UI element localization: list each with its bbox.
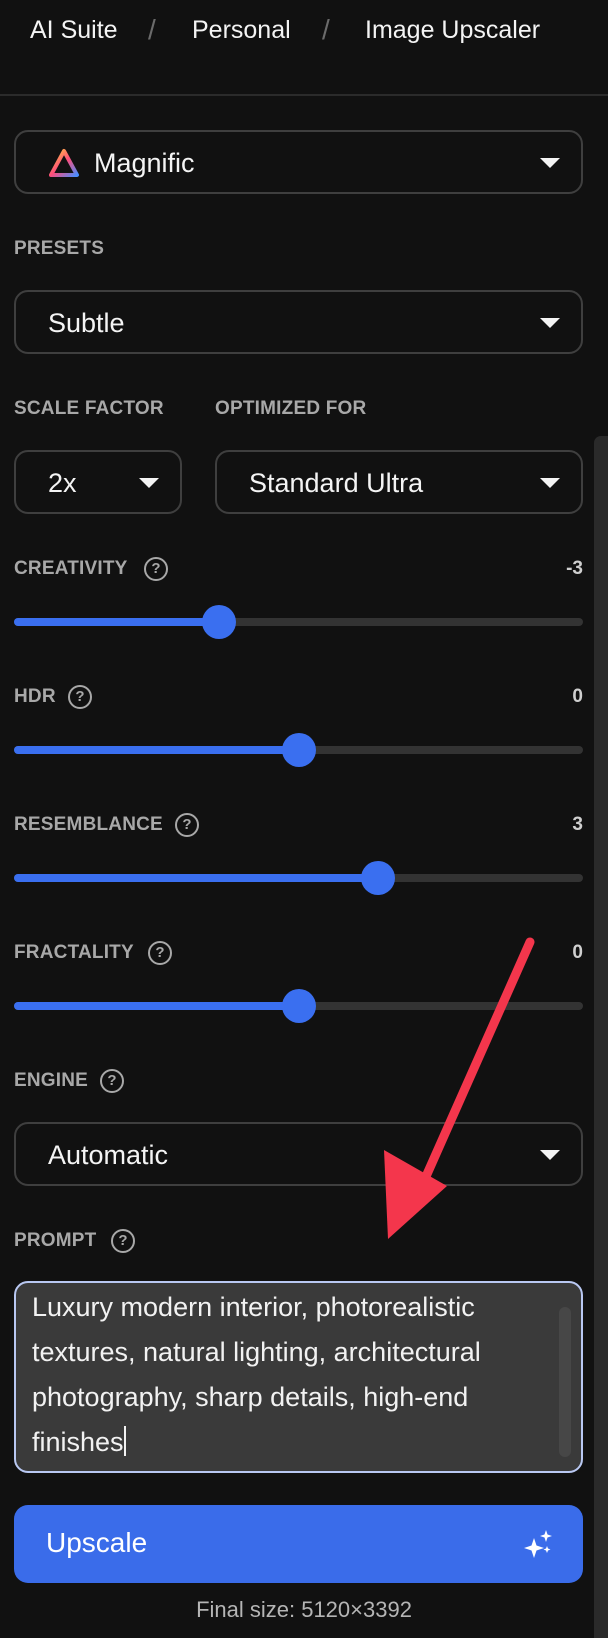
- chevron-down-icon: [540, 1150, 560, 1160]
- presets-value: Subtle: [48, 308, 125, 338]
- optimized-for-value: Standard Ultra: [249, 468, 424, 498]
- fractality-slider[interactable]: [14, 989, 583, 1023]
- hdr-slider-fill: [14, 746, 299, 754]
- fractality-value: 0: [572, 942, 583, 963]
- fractality-slider-fill: [14, 1002, 299, 1010]
- engine-label: ENGINE: [14, 1070, 89, 1091]
- hdr-slider-thumb[interactable]: [281, 733, 316, 767]
- breadcrumb-ai-suite[interactable]: AI Suite: [30, 16, 118, 45]
- breadcrumb-image-upscaler[interactable]: Image Upscaler: [365, 16, 540, 45]
- model-select[interactable]: Magnific: [14, 130, 583, 194]
- help-icon[interactable]: ?: [148, 941, 172, 965]
- scale-factor-select[interactable]: 2x: [14, 450, 182, 514]
- final-size-text: Final size: 5120×3392: [196, 1597, 412, 1622]
- hdr-slider[interactable]: [14, 733, 583, 767]
- resemblance-value: 3: [572, 814, 583, 835]
- creativity-label: CREATIVITY: [14, 558, 128, 579]
- breadcrumb: AI Suite / Personal / Image Upscaler: [0, 0, 608, 96]
- fractality-slider-thumb[interactable]: [281, 989, 316, 1023]
- magnific-logo-icon: [48, 148, 80, 178]
- panel-scrollbar[interactable]: [594, 436, 608, 1638]
- resemblance-label: RESEMBLANCE: [14, 814, 163, 835]
- optimized-for-select[interactable]: Standard Ultra: [215, 450, 583, 514]
- prompt-scrollbar[interactable]: [559, 1307, 571, 1457]
- upscale-button-label: Upscale: [46, 1527, 148, 1558]
- scale-factor-label: SCALE FACTOR: [14, 398, 164, 419]
- creativity-slider-fill: [14, 618, 219, 626]
- upscale-button[interactable]: Upscale: [14, 1505, 583, 1583]
- scale-factor-value: 2x: [48, 468, 77, 498]
- presets-label: PRESETS: [14, 238, 105, 259]
- creativity-slider[interactable]: [14, 605, 583, 639]
- sparkles-icon: [522, 1528, 554, 1560]
- hdr-value: 0: [572, 686, 583, 707]
- resemblance-slider-fill: [14, 874, 379, 882]
- resemblance-slider-thumb[interactable]: [361, 861, 396, 895]
- chevron-down-icon: [540, 158, 560, 168]
- chevron-down-icon: [540, 478, 560, 488]
- chevron-down-icon: [540, 318, 560, 328]
- creativity-value: -3: [566, 558, 583, 579]
- help-icon[interactable]: ?: [144, 557, 168, 581]
- prompt-label: PROMPT: [14, 1230, 97, 1251]
- prompt-text: Luxury modern interior, photorealistic t…: [32, 1292, 481, 1457]
- help-icon[interactable]: ?: [100, 1069, 124, 1093]
- text-cursor: [123, 1426, 126, 1456]
- creativity-slider-thumb[interactable]: [201, 605, 236, 639]
- chevron-down-icon: [139, 478, 159, 488]
- engine-value: Automatic: [48, 1140, 169, 1170]
- help-icon[interactable]: ?: [111, 1229, 135, 1253]
- resemblance-slider[interactable]: [14, 861, 583, 895]
- engine-select[interactable]: Automatic: [14, 1122, 583, 1186]
- breadcrumb-separator: /: [148, 14, 156, 45]
- breadcrumb-personal[interactable]: Personal: [192, 16, 291, 45]
- fractality-label: FRACTALITY: [14, 942, 134, 963]
- help-icon[interactable]: ?: [68, 685, 92, 709]
- presets-select[interactable]: Subtle: [14, 290, 583, 354]
- hdr-label: HDR: [14, 686, 56, 707]
- model-value: Magnific: [94, 148, 195, 178]
- prompt-textarea[interactable]: Luxury modern interior, photorealistic t…: [14, 1281, 583, 1473]
- help-icon[interactable]: ?: [175, 813, 199, 837]
- optimized-for-label: OPTIMIZED FOR: [215, 398, 367, 419]
- breadcrumb-separator: /: [322, 14, 330, 45]
